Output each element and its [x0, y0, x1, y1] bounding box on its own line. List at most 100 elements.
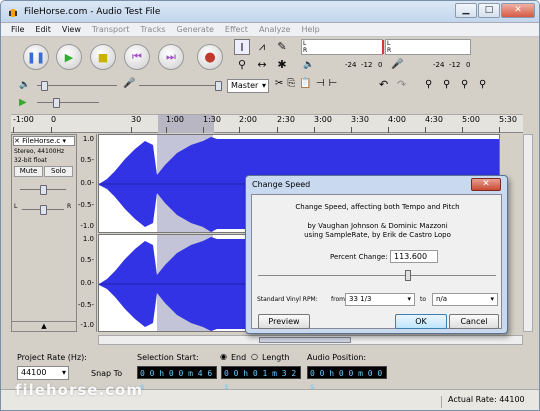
- ruler-tick: 4:00: [388, 115, 406, 133]
- filehorse-watermark: filehorse.com: [15, 381, 143, 399]
- playback-meter[interactable]: L R: [301, 39, 384, 55]
- close-button[interactable]: ✕: [501, 3, 535, 18]
- maximize-button[interactable]: □: [478, 3, 500, 18]
- draw-tool-icon[interactable]: ✎: [274, 39, 290, 55]
- from-label: from: [331, 296, 345, 303]
- input-device-select[interactable]: Master: [227, 79, 269, 93]
- track-info-rate: Stereo, 44100Hz: [14, 148, 65, 155]
- selection-start-label: Selection Start:: [137, 353, 199, 362]
- close-track-icon[interactable]: ✕: [14, 137, 20, 145]
- volume-icon: 🔈: [19, 80, 31, 90]
- meter-left-label: L: [303, 40, 307, 47]
- vertical-scrollbar[interactable]: [523, 134, 533, 332]
- silence-icon[interactable]: ⊢: [329, 78, 342, 89]
- fit-selection-icon[interactable]: ⚲: [461, 79, 468, 90]
- menu-edit[interactable]: Edit: [35, 25, 51, 34]
- envelope-tool-icon[interactable]: ⩘: [254, 39, 270, 55]
- input-volume-slider[interactable]: [139, 81, 222, 91]
- track-name-button[interactable]: ✕ FileHorse.c ▾: [13, 136, 75, 146]
- menu-tracks[interactable]: Tracks: [140, 25, 165, 34]
- snap-to-label: Snap To: [91, 369, 123, 378]
- menu-view[interactable]: View: [62, 25, 81, 34]
- record-icon: ●: [204, 49, 216, 65]
- app-window: FileHorse.com - Audio Test File ▁ □ ✕ Fi…: [0, 0, 540, 411]
- skip-start-button[interactable]: ⏮: [124, 44, 150, 70]
- trim-icon[interactable]: ⊣: [316, 78, 329, 89]
- selection-end-time[interactable]: 0 0 h 0 1 m 3 2 s: [221, 366, 301, 391]
- scale-label: -1.0: [80, 222, 94, 230]
- preview-button[interactable]: Preview: [258, 314, 310, 329]
- paste-icon[interactable]: 📋: [299, 78, 315, 89]
- timeshift-tool-icon[interactable]: ↔: [254, 57, 270, 73]
- from-rpm-select[interactable]: 33 1/3: [345, 293, 415, 306]
- scale-label: 1.0: [82, 135, 94, 143]
- timeline-ruler[interactable]: -1:00 0 30 1:00 1:30 2:00 2:30 3:00 3:30…: [11, 114, 523, 133]
- cut-icon[interactable]: ✂: [275, 78, 287, 89]
- meter-tick: -12: [361, 61, 373, 69]
- project-rate-select[interactable]: 44100: [17, 366, 69, 380]
- selection-tool-icon[interactable]: I: [234, 39, 250, 55]
- fit-project-icon[interactable]: ⚲: [479, 79, 486, 90]
- length-radio[interactable]: ○: [251, 352, 258, 361]
- play-at-speed-icon[interactable]: ▶: [19, 97, 27, 108]
- undo-icon[interactable]: ↶: [379, 78, 388, 91]
- zoom-out-icon[interactable]: ⚲: [443, 79, 450, 90]
- end-label: End: [231, 353, 247, 362]
- audio-position-time[interactable]: 0 0 h 0 0 m 0 0 s: [307, 366, 387, 391]
- actual-rate: Actual Rate: 44100: [448, 395, 525, 404]
- ok-button[interactable]: OK: [395, 314, 447, 329]
- percent-change-slider-track: [258, 275, 496, 276]
- menu-effect[interactable]: Effect: [225, 25, 248, 34]
- play-button[interactable]: ▶: [56, 44, 82, 70]
- redo-icon[interactable]: ↷: [397, 78, 406, 91]
- to-rpm-select[interactable]: n/a: [432, 293, 498, 306]
- scale-label: 0.5-: [80, 156, 94, 164]
- skip-start-icon: ⏮: [132, 50, 142, 63]
- mute-button[interactable]: Mute: [14, 166, 43, 177]
- end-radio[interactable]: ◉: [220, 352, 227, 361]
- ruler-tick: -1:00: [13, 115, 34, 133]
- horizontal-scrollbar[interactable]: [98, 335, 523, 345]
- pause-button[interactable]: ❚❚: [23, 44, 49, 70]
- cancel-button[interactable]: Cancel: [449, 314, 499, 329]
- vinyl-rpm-label: Standard Vinyl RPM:: [257, 296, 318, 303]
- percent-change-slider[interactable]: [404, 270, 411, 281]
- ruler-tick: 3:30: [351, 115, 369, 133]
- record-button[interactable]: ●: [197, 44, 223, 70]
- solo-button[interactable]: Solo: [44, 166, 73, 177]
- multi-tool-icon[interactable]: ✱: [274, 57, 290, 73]
- scale-label: 1.0: [82, 235, 94, 243]
- ruler-tick: 2:00: [239, 115, 257, 133]
- minimize-button[interactable]: ▁: [455, 3, 477, 18]
- zoom-tool-icon[interactable]: ⚲: [234, 57, 250, 73]
- zoom-in-icon[interactable]: ⚲: [425, 79, 432, 90]
- scale-label: 0.0-: [80, 179, 94, 187]
- copy-icon[interactable]: ⎘: [287, 78, 299, 89]
- menu-transport[interactable]: Transport: [92, 25, 130, 34]
- menu-analyze[interactable]: Analyze: [259, 25, 291, 34]
- play-speed-slider[interactable]: [37, 98, 99, 108]
- dialog-close-button[interactable]: ✕: [471, 178, 501, 191]
- menu-help[interactable]: Help: [301, 25, 319, 34]
- selection-start-time[interactable]: 0 0 h 0 0 m 4 6 s: [137, 366, 217, 391]
- record-meter[interactable]: L R: [385, 39, 471, 55]
- track-name: FileHorse.c: [22, 137, 61, 145]
- output-volume-slider[interactable]: [37, 81, 117, 91]
- pan-slider[interactable]: [22, 205, 64, 215]
- menu-generate[interactable]: Generate: [177, 25, 214, 34]
- window-title: FileHorse.com - Audio Test File: [24, 6, 161, 17]
- microphone-icon: 🎤: [123, 78, 136, 89]
- ruler-tick: 1:30: [203, 115, 221, 133]
- collapse-track-icon[interactable]: ▲: [12, 321, 76, 331]
- meter-right-label: R: [303, 47, 308, 54]
- gain-slider[interactable]: [20, 185, 66, 195]
- menu-file[interactable]: File: [11, 25, 24, 34]
- skip-end-button[interactable]: ⏭: [158, 44, 184, 70]
- skip-end-icon: ⏭: [166, 50, 176, 63]
- stop-button[interactable]: ■: [90, 44, 116, 70]
- percent-change-input[interactable]: 113.600: [390, 250, 438, 263]
- pan-right-label: R: [67, 203, 72, 210]
- ruler-tick: 1:00: [166, 115, 184, 133]
- track-info-format: 32-bit float: [14, 157, 48, 164]
- project-rate-label: Project Rate (Hz):: [17, 353, 87, 362]
